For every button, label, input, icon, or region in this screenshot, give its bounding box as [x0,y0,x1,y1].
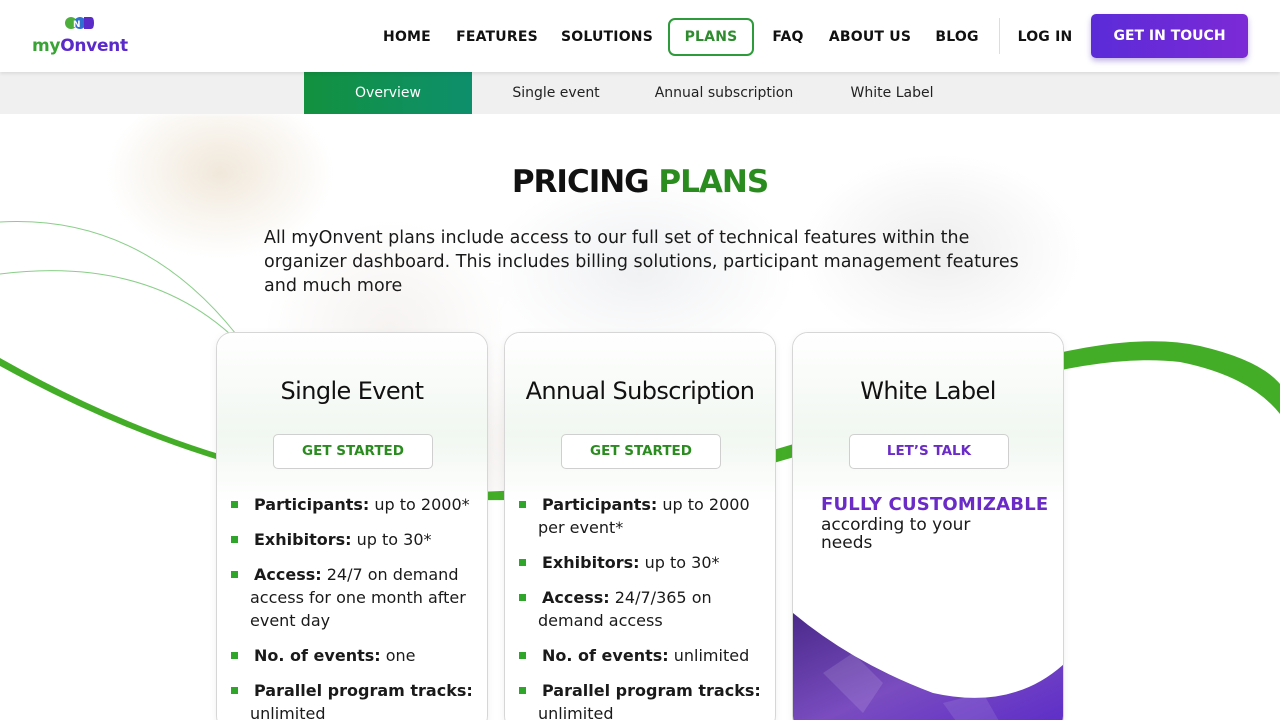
bullet-icon [231,536,238,543]
tab-single-event[interactable]: Single event [472,72,640,114]
bullet-icon [231,571,238,578]
feature-value: up to 30* [356,530,432,549]
bullet-icon [519,501,526,508]
plan-card-white-label: White Label LET’S TALK FULLY CUSTOMIZABL… [792,332,1064,720]
plan-title: Annual Subscription [525,377,755,405]
feature-value: unlimited [250,704,326,720]
svg-text:N: N [73,20,81,30]
bullet-icon [519,559,526,566]
logo[interactable]: N myOnvent [32,16,132,58]
card-header-bg [793,333,1063,503]
feature-label: Parallel program tracks: [254,681,473,700]
logo-mark-icon: N [65,17,94,30]
feature-item: Participants: up to 2000* [231,493,481,516]
bullet-icon [519,652,526,659]
intro-text: All myOnvent plans include access to our… [264,228,1019,296]
get-in-touch-button[interactable]: GET IN TOUCH [1091,14,1248,58]
nav-plans[interactable]: PLANS [668,18,754,56]
feature-label: Participants: [254,495,370,514]
white-label-headline: FULLY CUSTOMIZABLE [821,494,1049,515]
tab-overview[interactable]: Overview [304,72,472,114]
plan-card-annual-subscription: Annual Subscription GET STARTED Particip… [504,332,776,720]
feature-label: Participants: [542,495,658,514]
nav-solutions[interactable]: SOLUTIONS [558,18,656,56]
feature-label: Access: [542,588,610,607]
get-started-button[interactable]: GET STARTED [273,434,433,469]
feature-label: No. of events: [254,646,381,665]
page-title: PRICING PLANS [0,164,1280,200]
plan-title: White Label [860,377,996,405]
feature-item: Parallel program tracks: unlimited [231,679,481,720]
feature-value: unlimited [673,646,750,665]
tab-annual-subscription[interactable]: Annual subscription [640,72,808,114]
feature-label: Exhibitors: [254,530,352,549]
plan-card-single-event: Single Event GET STARTED Participants: u… [216,332,488,720]
nav-divider [999,18,1000,54]
feature-item: No. of events: unlimited [519,644,769,667]
bullet-icon [231,652,238,659]
feature-label: Exhibitors: [542,553,640,572]
feature-item: Exhibitors: up to 30* [519,551,769,574]
bullet-icon [231,687,238,694]
plan-title: Single Event [280,377,425,405]
get-started-button[interactable]: GET STARTED [561,434,721,469]
feature-list: Participants: up to 2000* Exhibitors: up… [231,493,481,720]
feature-value: up to 2000* [374,495,470,514]
logo-suffix: Onvent [60,36,128,56]
feature-label: Access: [254,565,322,584]
bullet-icon [519,687,526,694]
lets-talk-button[interactable]: LET’S TALK [849,434,1009,469]
title-part-1: PRICING [511,164,659,200]
title-part-2: PLANS [658,164,769,200]
purple-wave-decoration [793,613,1063,720]
logo-prefix: my [32,36,61,56]
bullet-icon [519,594,526,601]
white-label-text: according to your needs [821,515,971,553]
plans-subnav: Overview Single event Annual subscriptio… [0,72,1280,114]
feature-item: Access: 24/7 on demand access for one mo… [231,563,481,632]
logo-wordmark: myOnvent [32,36,128,56]
feature-label: Parallel program tracks: [542,681,761,700]
feature-value: one [385,646,416,665]
site-header: N myOnvent HOME FEATURES SOLUTIONS PLANS… [0,0,1280,72]
bullet-icon [231,501,238,508]
feature-item: Participants: up to 2000 per event* [519,493,769,539]
nav-features[interactable]: FEATURES [452,18,542,56]
nav-about-us[interactable]: ABOUT US [826,18,914,56]
card-header-bg [217,333,487,503]
feature-value: up to 30* [644,553,720,572]
nav-home[interactable]: HOME [376,18,438,56]
nav-faq[interactable]: FAQ [766,18,810,56]
feature-item: Access: 24/7/365 on demand access [519,586,769,632]
feature-item: Exhibitors: up to 30* [231,528,481,551]
feature-list: Participants: up to 2000 per event* Exhi… [519,493,769,720]
nav-login[interactable]: LOG IN [1012,18,1078,56]
card-header-bg [505,333,775,503]
feature-value: unlimited [538,704,614,720]
nav-blog[interactable]: BLOG [930,18,984,56]
feature-item: No. of events: one [231,644,481,667]
tab-white-label[interactable]: White Label [808,72,976,114]
feature-item: Parallel program tracks: unlimited [519,679,769,720]
feature-label: No. of events: [542,646,669,665]
